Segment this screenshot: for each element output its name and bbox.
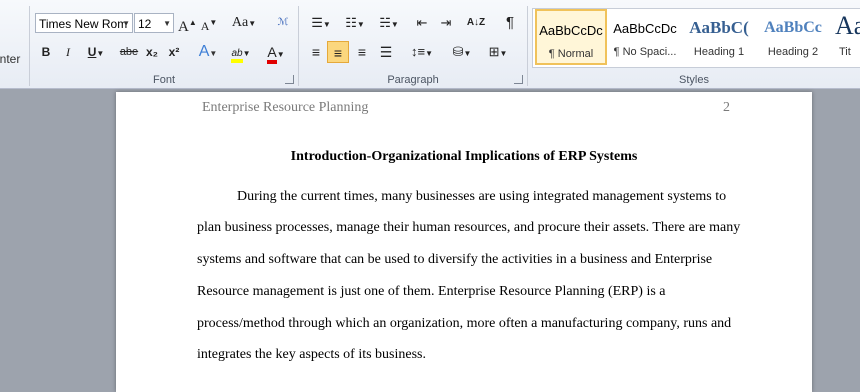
pilcrow-icon: ¶ xyxy=(505,14,515,31)
ribbon: nter Times New Rom ▼ 12 ▼ A▲ A▼ Aa▼ ℳ B … xyxy=(0,0,860,89)
borders-icon: ⊞ xyxy=(488,44,500,59)
text-effects-icon: A xyxy=(198,43,210,60)
font-dialog-launcher[interactable] xyxy=(285,75,294,84)
paragraph-line: plan business processes, manage their hu… xyxy=(197,220,741,235)
align-center-button[interactable]: ≡ xyxy=(327,41,349,63)
align-left-button[interactable]: ≡ xyxy=(305,41,327,63)
show-formatting-button[interactable]: ¶ xyxy=(499,12,521,34)
paint-bucket-icon: ⛁ xyxy=(452,44,464,59)
bold-button[interactable]: B xyxy=(36,41,56,63)
align-right-button[interactable]: ≡ xyxy=(351,41,373,63)
font-name-value: Times New Rom xyxy=(39,17,128,31)
paragraph-line: integrates the key aspects of its busine… xyxy=(197,347,427,362)
subscript-button[interactable]: x₂ xyxy=(142,41,162,63)
sort-icon: A↓Z xyxy=(466,17,486,28)
align-center-icon: ≡ xyxy=(333,45,343,61)
text-effects-button[interactable]: A▼ xyxy=(194,41,222,63)
underline-button[interactable]: U▼ xyxy=(82,41,110,63)
justify-button[interactable]: ☰ xyxy=(375,41,397,63)
grow-font-button[interactable]: A▲ xyxy=(178,12,197,35)
decrease-indent-icon: ⇤ xyxy=(416,15,428,30)
borders-button[interactable]: ⊞▼ xyxy=(483,41,513,63)
increase-indent-icon: ⇥ xyxy=(440,15,452,30)
multilevel-list-button[interactable]: ☵▼ xyxy=(373,12,405,34)
font-size-combo[interactable]: 12 ▼ xyxy=(134,13,174,33)
font-size-value: 12 xyxy=(138,17,152,31)
multilevel-list-icon: ☵ xyxy=(379,15,391,30)
font-group-label: Font xyxy=(152,74,175,86)
document-page[interactable]: Enterprise Resource Planning 2 Introduct… xyxy=(116,92,812,392)
align-right-icon: ≡ xyxy=(357,44,367,60)
chevron-down-icon[interactable]: ▼ xyxy=(163,14,171,34)
eraser-icon: ℳ xyxy=(277,17,289,28)
paragraph-group: ☰▼ ☷▼ ☵▼ ⇤ ⇥ A↓Z ¶ ≡ ≡ ≡ ☰ ↕≡▼ ⛁▼ ⊞▼ Par… xyxy=(299,0,527,88)
bullets-button[interactable]: ☰▼ xyxy=(305,12,337,34)
paragraph-line: process/method through which an organiza… xyxy=(197,316,732,331)
paragraph-dialog-launcher[interactable] xyxy=(514,75,523,84)
page-number: 2 xyxy=(723,100,730,115)
highlighter-icon: ab xyxy=(231,48,243,63)
page-header: Enterprise Resource Planning xyxy=(202,100,369,115)
strikethrough-button[interactable]: abe xyxy=(118,41,140,63)
font-name-combo[interactable]: Times New Rom ▼ xyxy=(35,13,133,33)
styles-group: Styles xyxy=(528,0,860,88)
highlight-button[interactable]: ab▼ xyxy=(226,41,256,63)
chevron-down-icon[interactable]: ▼ xyxy=(122,14,130,34)
bullet-list-icon: ☰ xyxy=(311,15,323,30)
numbered-list-icon: ☷ xyxy=(345,15,357,30)
align-left-icon: ≡ xyxy=(311,44,321,60)
format-painter-button[interactable]: nter xyxy=(0,48,24,70)
paragraph-line: systems and software that can be used to… xyxy=(197,252,713,267)
justify-icon: ☰ xyxy=(379,44,393,60)
paragraph-line: Resource management is just one of them.… xyxy=(197,284,666,299)
italic-button[interactable]: I xyxy=(58,41,78,63)
increase-indent-button[interactable]: ⇥ xyxy=(435,12,457,34)
styles-group-label: Styles xyxy=(679,74,709,86)
document-heading: Introduction-Organizational Implications… xyxy=(290,149,638,164)
shading-button[interactable]: ⛁▼ xyxy=(447,41,477,63)
font-group: Times New Rom ▼ 12 ▼ A▲ A▼ Aa▼ ℳ B I U▼ … xyxy=(30,0,298,88)
paragraph-line: During the current times, many businesse… xyxy=(237,189,727,204)
shrink-font-button[interactable]: A▼ xyxy=(200,12,218,34)
paragraph-group-label: Paragraph xyxy=(387,74,439,86)
numbering-button[interactable]: ☷▼ xyxy=(339,12,371,34)
line-spacing-icon: ↕≡ xyxy=(410,44,426,59)
sort-button[interactable]: A↓Z xyxy=(465,12,487,34)
clear-formatting-button[interactable]: ℳ xyxy=(272,12,294,34)
decrease-indent-button[interactable]: ⇤ xyxy=(411,12,433,34)
grow-font-icon: A xyxy=(178,19,189,35)
font-color-icon: A xyxy=(267,44,277,64)
change-case-button[interactable]: Aa▼ xyxy=(230,12,258,34)
line-spacing-button[interactable]: ↕≡▼ xyxy=(407,41,437,63)
font-color-button[interactable]: A▼ xyxy=(262,41,290,64)
superscript-button[interactable]: x² xyxy=(164,41,184,63)
clipboard-group: nter xyxy=(0,0,30,88)
change-case-icon: Aa xyxy=(231,15,249,30)
